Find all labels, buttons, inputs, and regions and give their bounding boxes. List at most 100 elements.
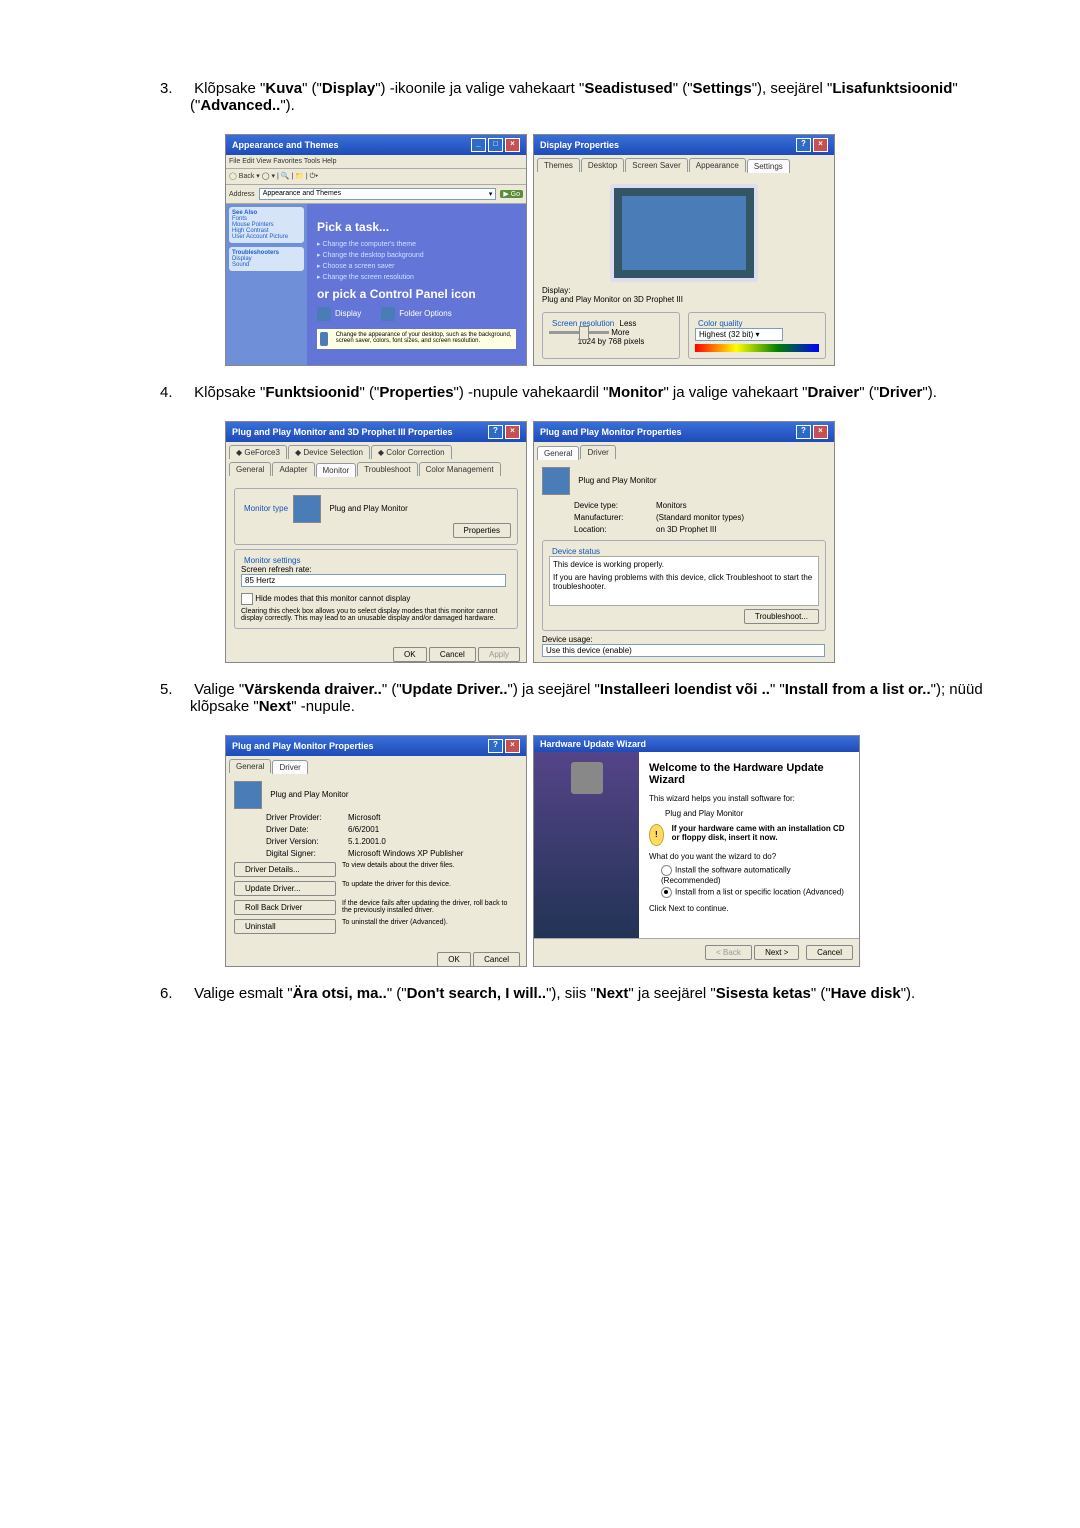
next-button[interactable]: Next > (754, 945, 799, 960)
help-icon[interactable]: ? (488, 425, 503, 439)
wizard-body: Welcome to the Hardware Update Wizard Th… (534, 752, 859, 938)
step-5-images: Plug and Play Monitor Properties ? × Gen… (60, 735, 1020, 967)
minimize-icon[interactable]: _ (471, 138, 486, 152)
ok-button[interactable]: OK (437, 952, 471, 967)
radio-auto[interactable]: Install the software automatically (Reco… (661, 865, 849, 885)
close-icon[interactable]: × (813, 425, 828, 439)
tab-appearance[interactable]: Appearance (689, 158, 746, 172)
resolution-slider[interactable] (549, 331, 609, 334)
info-icon: ! (649, 824, 664, 846)
folder-options-cp-icon[interactable]: Folder Options (381, 307, 451, 321)
color-quality-select[interactable]: Highest (32 bit) ▾ (695, 328, 783, 341)
wizard-welcome-title: Welcome to the Hardware Update Wizard (649, 762, 849, 786)
tab-device-selection[interactable]: ◆ Device Selection (288, 445, 370, 459)
adapter-properties-screenshot: Plug and Play Monitor and 3D Prophet III… (225, 421, 527, 663)
monitor-icon (317, 307, 331, 321)
menu-bar[interactable]: File Edit View Favorites Tools Help (226, 155, 526, 169)
tab-bar: General Driver (226, 756, 526, 773)
window-titlebar: Plug and Play Monitor Properties ? × (534, 422, 834, 442)
step-5: 5. Valige "Värskenda draiver.." ("Update… (60, 681, 1020, 715)
maximize-icon[interactable]: □ (488, 138, 503, 152)
step-number: 5. (160, 681, 190, 698)
resolution-value: 1024 by 768 pixels (549, 337, 673, 346)
tab-troubleshoot[interactable]: Troubleshoot (357, 462, 417, 476)
properties-button[interactable]: Properties (453, 523, 511, 538)
window-title: Plug and Play Monitor Properties (540, 427, 682, 437)
tab-geforce[interactable]: ◆ GeForce3 (229, 445, 287, 459)
device-usage-select[interactable]: Use this device (enable) (542, 644, 825, 657)
nav-toolbar[interactable]: ◯ Back ▾ ◯ ▾ | 🔍 | 📁 | ⏻▾ (226, 169, 526, 185)
tab-driver[interactable]: Driver (272, 760, 307, 774)
tab-bar: General Driver (534, 442, 834, 459)
go-button[interactable]: ▶ Go (500, 190, 523, 198)
tab-color-correction[interactable]: ◆ Color Correction (371, 445, 452, 459)
cancel-button[interactable]: Cancel (429, 647, 476, 662)
sidebar-link[interactable]: User Account Picture (232, 234, 301, 240)
window-titlebar: Hardware Update Wizard (534, 736, 859, 752)
screen-resolution-group: Screen resolution Less More 1024 by 768 … (542, 312, 680, 359)
driver-tab-screenshot: Plug and Play Monitor Properties ? × Gen… (225, 735, 527, 967)
tab-themes[interactable]: Themes (537, 158, 580, 172)
task-link[interactable]: ▸ Change the screen resolution (317, 273, 516, 281)
window-titlebar: Plug and Play Monitor Properties ? × (226, 736, 526, 756)
display-properties-screenshot: Display Properties ? × Themes Desktop Sc… (533, 134, 835, 366)
step-number: 6. (160, 985, 190, 1002)
address-input[interactable]: Appearance and Themes▾ (259, 188, 497, 200)
window-controls: ? × (488, 425, 520, 439)
monitor-icon (320, 332, 328, 346)
refresh-rate-select[interactable]: 85 Hertz (241, 574, 506, 587)
help-icon[interactable]: ? (796, 425, 811, 439)
help-icon[interactable]: ? (796, 138, 811, 152)
tab-screensaver[interactable]: Screen Saver (625, 158, 687, 172)
hardware-wizard-screenshot: Hardware Update Wizard Welcome to the Ha… (533, 735, 860, 967)
wizard-sidebar (534, 752, 639, 938)
task-link[interactable]: ▸ Change the computer's theme (317, 240, 516, 248)
monitor-type-group: Monitor type Plug and Play Monitor Prope… (234, 488, 518, 545)
radio-icon (661, 887, 672, 898)
gear-icon (571, 762, 603, 794)
task-link[interactable]: ▸ Change the desktop background (317, 251, 516, 259)
radio-list[interactable]: Install from a list or specific location… (661, 887, 849, 898)
troubleshoot-button[interactable]: Troubleshoot... (744, 609, 819, 624)
rollback-driver-button[interactable]: Roll Back Driver (234, 900, 336, 915)
tab-general[interactable]: General (229, 462, 271, 476)
cancel-button[interactable]: Cancel (473, 952, 520, 967)
tab-general[interactable]: General (229, 759, 271, 773)
tab-desktop[interactable]: Desktop (581, 158, 624, 172)
hide-modes-description: Clearing this check box allows you to se… (241, 608, 511, 622)
uninstall-button[interactable]: Uninstall (234, 919, 336, 934)
step-4: 4. Klõpsake "Funktsioonid" ("Properties"… (60, 384, 1020, 401)
tab-general[interactable]: General (537, 446, 579, 460)
wizard-main: Welcome to the Hardware Update Wizard Th… (639, 752, 859, 938)
tab-settings[interactable]: Settings (747, 159, 790, 173)
monitor-icon (542, 467, 570, 495)
window-title: Display Properties (540, 140, 619, 150)
tab-bar: Themes Desktop Screen Saver Appearance S… (534, 155, 834, 172)
close-icon[interactable]: × (505, 138, 520, 152)
driver-details-button[interactable]: Driver Details... (234, 862, 336, 877)
cancel-button[interactable]: Cancel (806, 945, 853, 960)
help-icon[interactable]: ? (488, 739, 503, 753)
task-link[interactable]: ▸ Choose a screen saver (317, 262, 516, 270)
step-text: Klõpsake "Kuva" ("Display") -ikoonile ja… (190, 80, 958, 114)
close-icon[interactable]: × (813, 138, 828, 152)
sidebar-link[interactable]: Sound (232, 262, 301, 268)
ok-button[interactable]: OK (393, 647, 427, 662)
main-panel: Pick a task... ▸ Change the computer's t… (307, 204, 526, 366)
tab-monitor[interactable]: Monitor (316, 463, 357, 477)
window-controls: _ □ × (471, 138, 520, 152)
back-button: < Back (705, 945, 752, 960)
tab-driver[interactable]: Driver (580, 445, 615, 459)
tab-color-management[interactable]: Color Management (419, 462, 501, 476)
display-cp-icon[interactable]: Display (317, 307, 361, 321)
update-driver-button[interactable]: Update Driver... (234, 881, 336, 896)
window-title: Appearance and Themes (232, 140, 339, 150)
pick-task-heading: Pick a task... (317, 220, 516, 234)
hide-modes-checkbox[interactable] (241, 593, 253, 605)
window-title: Plug and Play Monitor and 3D Prophet III… (232, 427, 453, 437)
tab-adapter[interactable]: Adapter (272, 462, 314, 476)
step-text: Valige esmalt "Ära otsi, ma.." ("Don't s… (194, 985, 915, 1002)
close-icon[interactable]: × (505, 425, 520, 439)
close-icon[interactable]: × (505, 739, 520, 753)
window-titlebar: Plug and Play Monitor and 3D Prophet III… (226, 422, 526, 442)
